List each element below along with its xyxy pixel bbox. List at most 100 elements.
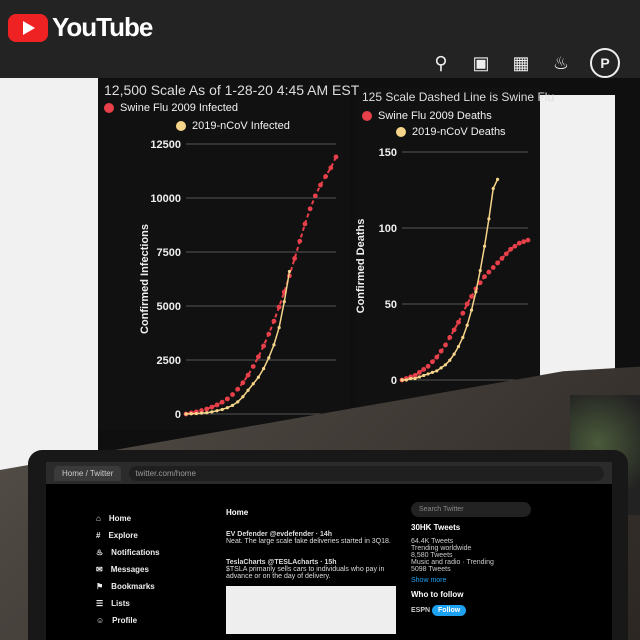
tweet-image[interactable]: [226, 586, 396, 634]
data-point: [261, 367, 266, 371]
data-point: [469, 294, 474, 299]
y-tick-label: 12500: [150, 139, 181, 151]
search-icon[interactable]: ⚲: [430, 53, 452, 74]
data-point: [491, 186, 495, 191]
data-point: [307, 206, 313, 212]
data-point: [266, 331, 272, 337]
data-point: [230, 403, 235, 407]
sidebar-item-label: Profile: [112, 616, 138, 625]
data-point: [443, 363, 448, 367]
data-point: [220, 407, 224, 412]
data-point: [482, 274, 487, 280]
data-point: [333, 154, 339, 160]
data-point: [256, 375, 261, 379]
trend-item[interactable]: 8,580 Tweets: [411, 552, 531, 559]
y-tick-label: 7500: [157, 247, 181, 259]
trend-item[interactable]: Music and radio · Trending: [411, 559, 531, 566]
youtube-logo[interactable]: YouTube: [8, 12, 153, 43]
youtube-wordmark: YouTube: [52, 12, 153, 42]
sidebar-item-label: Lists: [111, 599, 130, 608]
data-point: [215, 409, 219, 413]
data-point: [235, 386, 241, 392]
sidebar-item-label: Home: [108, 514, 132, 523]
trend-item[interactable]: 5098 Tweets: [411, 566, 531, 573]
y-tick-label: 5000: [157, 301, 181, 313]
sidebar-item-profile[interactable]: ☺ Profile: [96, 616, 216, 625]
data-point: [460, 310, 466, 316]
data-point: [413, 376, 417, 381]
data-point: [487, 217, 491, 221]
data-point: [439, 366, 443, 370]
data-point: [184, 412, 188, 416]
trend-item[interactable]: Trending worldwide: [411, 545, 531, 552]
browser-tab[interactable]: Home / Twitter: [54, 465, 122, 481]
data-point: [469, 308, 474, 312]
data-point: [456, 319, 461, 325]
trend-item[interactable]: 64.4K Tweets: [411, 538, 531, 545]
create-video-icon[interactable]: ▣: [470, 53, 492, 74]
address-bar[interactable]: twitter.com/home: [129, 465, 604, 481]
sidebar-item-notifications[interactable]: ♨ Notifications: [96, 548, 216, 557]
laptop: Home / Twitter twitter.com/home ⌂ Home # E…: [28, 450, 628, 640]
search-input[interactable]: Search Twitter: [411, 502, 531, 517]
data-point: [240, 380, 246, 386]
data-point: [282, 300, 286, 304]
data-point: [434, 354, 440, 360]
browser-toolbar: Home / Twitter twitter.com/home: [46, 462, 612, 484]
data-point: [400, 378, 404, 382]
avatar[interactable]: P: [590, 48, 620, 78]
bookmark-icon: ⚑: [96, 582, 104, 591]
data-point: [189, 412, 193, 416]
data-point: [194, 411, 198, 416]
tweet-text: Neat. The large scale fake deliveries st…: [226, 538, 391, 545]
data-point: [486, 269, 492, 275]
deaths-plot: 150100500Confirmed DeathsDays Being Trac…: [356, 147, 531, 411]
youtube-header: YouTube ⚲ ▣ ▦ ♨ P: [0, 0, 640, 78]
data-point: [416, 370, 422, 375]
laptop-screen: Home / Twitter twitter.com/home ⌂ Home # E…: [46, 462, 612, 640]
tweet-author[interactable]: TeslaCharts @TESLAcharts · 15h: [226, 559, 396, 566]
data-point: [426, 372, 430, 376]
data-point: [297, 238, 303, 244]
suggested-account[interactable]: ESPN: [411, 607, 430, 614]
data-point: [525, 237, 531, 243]
data-point: [277, 326, 281, 330]
y-tick-label: 0: [175, 409, 181, 421]
twitter-right-column: Search Twitter 30HK Tweets 64.4K Tweets …: [411, 502, 531, 616]
show-more-link[interactable]: Show more: [411, 577, 531, 584]
follow-button[interactable]: Follow: [432, 605, 467, 616]
data-point: [438, 348, 444, 354]
sidebar-item-lists[interactable]: ☰ Lists: [96, 599, 216, 608]
sidebar-item-messages[interactable]: ✉ Messages: [96, 565, 216, 574]
twitter-timeline: Home EV Defender @evdefender · 14h Neat.…: [226, 502, 396, 634]
tweet-author[interactable]: EV Defender @evdefender · 14h: [226, 531, 396, 538]
sidebar-item-explore[interactable]: # Explore: [96, 531, 216, 540]
data-point: [508, 246, 514, 252]
data-point: [425, 363, 431, 369]
apps-grid-icon[interactable]: ▦: [510, 53, 532, 74]
data-point: [261, 343, 266, 349]
data-point: [312, 193, 318, 199]
list-icon: ☰: [96, 599, 104, 608]
data-point: [302, 221, 308, 227]
data-point: [451, 327, 457, 333]
tweet-text: $TSLA primarily sells cars to individual…: [226, 566, 385, 580]
home-icon: ⌂: [96, 514, 101, 523]
series-line: [401, 239, 529, 381]
data-point: [236, 400, 240, 404]
sidebar-item-home[interactable]: ⌂ Home: [96, 514, 216, 523]
data-point: [214, 402, 220, 408]
who-to-follow-heading: Who to follow: [411, 590, 464, 599]
data-point: [292, 256, 298, 261]
data-point: [272, 343, 276, 347]
data-point: [452, 352, 456, 356]
sidebar-item-bookmarks[interactable]: ⚑ Bookmarks: [96, 582, 216, 591]
notifications-bell-icon[interactable]: ♨: [550, 53, 572, 74]
data-point: [404, 378, 408, 382]
data-point: [199, 411, 204, 415]
data-point: [230, 392, 235, 397]
y-axis-label: Confirmed Deaths: [356, 219, 367, 314]
sidebar-item-label: Messages: [110, 565, 149, 574]
series-line: [402, 179, 499, 381]
data-point: [443, 342, 448, 348]
